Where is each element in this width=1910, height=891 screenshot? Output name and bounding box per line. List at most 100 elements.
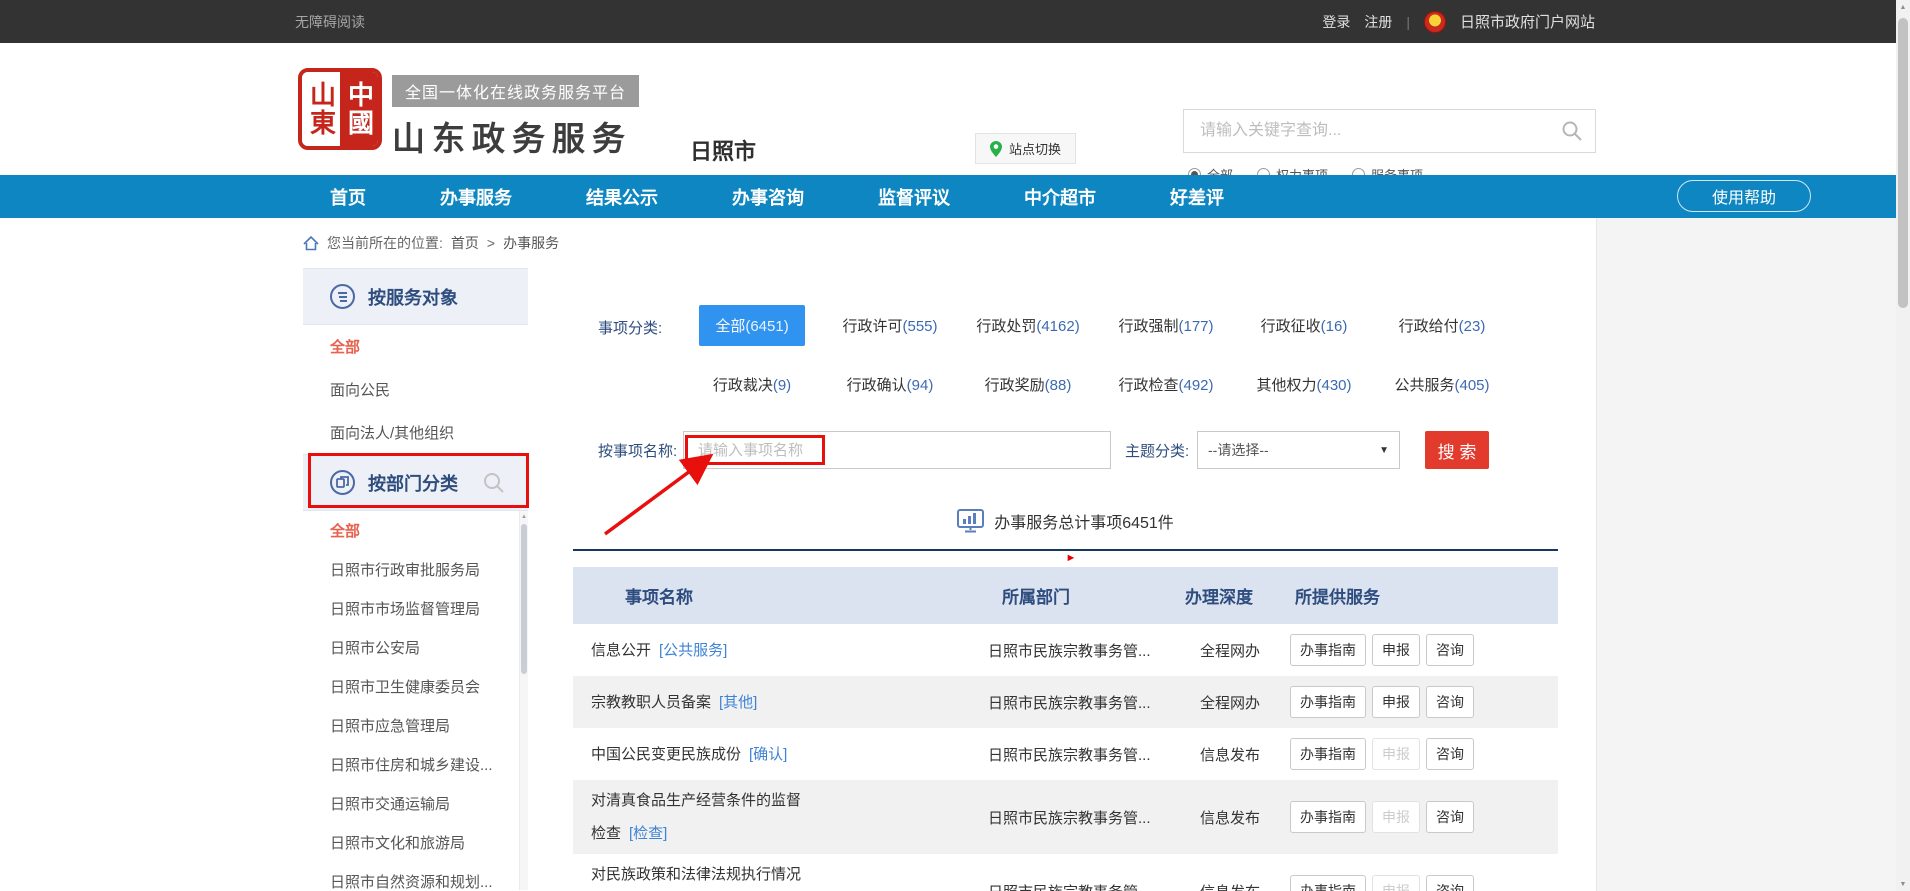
sidebar-scroll-thumb[interactable]: [521, 524, 527, 674]
item-name-link[interactable]: 信息公开: [591, 642, 651, 659]
apply-button-disabled: 申报: [1372, 875, 1420, 891]
sidebar-header-department: 按部门分类: [303, 454, 528, 511]
item-tag-link[interactable]: [确认]: [749, 746, 787, 763]
category-coercion[interactable]: 行政强制(177): [1114, 305, 1217, 346]
table-header: 事项名称 所属部门 办理深度 所提供服务: [573, 567, 1558, 624]
dept-item-health-commission[interactable]: 日照市卫生健康委员会: [303, 667, 528, 706]
item-name-link[interactable]: 对清真食品生产经营条件的监督检查: [591, 792, 801, 842]
apply-button[interactable]: 申报: [1372, 634, 1420, 666]
item-name-input[interactable]: [683, 431, 1111, 469]
category-adjudication[interactable]: 行政裁决(9): [709, 364, 795, 405]
nav-item-results[interactable]: 结果公示: [586, 184, 658, 210]
guide-button[interactable]: 办事指南: [1290, 801, 1366, 833]
consult-button[interactable]: 咨询: [1426, 686, 1474, 718]
monitor-chart-icon: [957, 509, 984, 533]
department-search-icon[interactable]: [482, 471, 506, 495]
consult-button[interactable]: 咨询: [1426, 801, 1474, 833]
col-item-name: 事项名称: [573, 583, 970, 608]
department-title: 按部门分类: [368, 470, 458, 496]
nav-item-home[interactable]: 首页: [330, 184, 366, 210]
category-levy[interactable]: 行政征收(16): [1257, 305, 1352, 346]
scroll-up-icon[interactable]: ▲: [1896, 0, 1910, 14]
nav-items: 首页 办事服务 结果公示 办事咨询 监督评议 中介超市 好差评: [330, 184, 1224, 210]
category-other-power[interactable]: 其他权力(430): [1252, 364, 1355, 405]
category-filter: 事项分类: 全部(6451) 行政许可(555) 行政处罚(4162) 行政强制…: [573, 305, 1558, 405]
portal-site-link[interactable]: 日照市政府门户网站: [1460, 11, 1595, 32]
scroll-thumb[interactable]: [1898, 18, 1908, 308]
item-tag-link[interactable]: [检查]: [629, 825, 667, 842]
item-name-link[interactable]: 对民族政策和法律法规执行情况的监督检查: [591, 866, 801, 891]
col-department: 所属部门: [970, 583, 1180, 608]
nav-item-supervision[interactable]: 监督评议: [878, 184, 950, 210]
sidebar-item-legal-person[interactable]: 面向法人/其他组织: [303, 411, 528, 454]
dept-item-all[interactable]: 全部: [303, 511, 528, 550]
item-tag-link[interactable]: [公共服务]: [659, 642, 727, 659]
topic-select[interactable]: --请选择-- ▼: [1197, 431, 1400, 469]
item-name-link[interactable]: 中国公民变更民族成份: [591, 746, 741, 763]
sidebar-scrollbar[interactable]: ▲: [519, 511, 528, 890]
dept-item-market-regulation[interactable]: 日照市市场监督管理局: [303, 589, 528, 628]
breadcrumb-current[interactable]: 办事服务: [503, 233, 559, 253]
consult-button[interactable]: 咨询: [1426, 634, 1474, 666]
category-confirmation[interactable]: 行政确认(94): [843, 364, 938, 405]
item-department: 日照市民族宗教事务管...: [970, 640, 1180, 661]
sidebar-item-citizen[interactable]: 面向公民: [303, 368, 528, 411]
help-button[interactable]: 使用帮助: [1677, 180, 1811, 212]
category-penalty[interactable]: 行政处罚(4162): [972, 305, 1083, 346]
dept-item-housing-construction[interactable]: 日照市住房和城乡建设...: [303, 745, 528, 784]
dept-item-culture-tourism[interactable]: 日照市文化和旅游局: [303, 823, 528, 862]
stats-row: 办事服务总计事项6451件: [573, 509, 1558, 533]
consult-button[interactable]: 咨询: [1426, 738, 1474, 770]
item-department: 日照市民族宗教事务管...: [970, 807, 1180, 828]
category-reward[interactable]: 行政奖励(88): [981, 364, 1076, 405]
national-emblem-icon: [1424, 11, 1446, 33]
page-scrollbar[interactable]: ▲ ▼: [1896, 0, 1910, 891]
guide-button[interactable]: 办事指南: [1290, 738, 1366, 770]
dept-item-natural-resources[interactable]: 日照市自然资源和规划...: [303, 862, 528, 890]
nav-item-agency-market[interactable]: 中介超市: [1024, 184, 1096, 210]
category-payment[interactable]: 行政给付(23): [1395, 305, 1490, 346]
platform-badge: 全国一体化在线政务服务平台: [392, 75, 639, 107]
category-filter-label: 事项分类:: [598, 305, 683, 338]
nav-item-rating[interactable]: 好差评: [1170, 184, 1224, 210]
register-link[interactable]: 注册: [1364, 12, 1392, 32]
category-public-service[interactable]: 公共服务(405): [1390, 364, 1493, 405]
item-department: 日照市民族宗教事务管...: [970, 881, 1180, 891]
dept-item-approval-bureau[interactable]: 日照市行政审批服务局: [303, 550, 528, 589]
chevron-down-icon: ▼: [1379, 445, 1389, 456]
shandong-seal-logo: 山東 中國: [298, 68, 382, 150]
brand-title: 山东政务服务: [392, 112, 639, 160]
category-license[interactable]: 行政许可(555): [838, 305, 941, 346]
category-inspection[interactable]: 行政检查(492): [1114, 364, 1217, 405]
sidebar-item-target-all[interactable]: 全部: [303, 325, 528, 368]
sidebar: 按服务对象 全部 面向公民 面向法人/其他组织 按部门分类 全部 日照市行政审批…: [303, 268, 528, 890]
guide-button[interactable]: 办事指南: [1290, 634, 1366, 666]
top-utility-bar: 无障碍阅读 登录 注册 | 日照市政府门户网站: [0, 0, 1910, 43]
consult-button[interactable]: 咨询: [1426, 875, 1474, 891]
breadcrumb-home-link[interactable]: 首页: [451, 233, 479, 253]
login-link[interactable]: 登录: [1322, 12, 1350, 32]
search-submit-button[interactable]: [1549, 110, 1595, 152]
dept-item-transport[interactable]: 日照市交通运输局: [303, 784, 528, 823]
item-search-row: 按事项名称: 主题分类: --请选择-- ▼ 搜 索: [573, 431, 1558, 469]
item-depth: 全程网办: [1180, 692, 1285, 713]
topic-select-value: --请选择--: [1208, 440, 1269, 460]
dept-item-public-security[interactable]: 日照市公安局: [303, 628, 528, 667]
dept-item-emergency-mgmt[interactable]: 日照市应急管理局: [303, 706, 528, 745]
guide-button[interactable]: 办事指南: [1290, 875, 1366, 891]
item-search-button[interactable]: 搜 索: [1425, 431, 1489, 469]
magnifier-icon: [1561, 120, 1583, 142]
nav-item-services[interactable]: 办事服务: [440, 184, 512, 210]
nav-item-consult[interactable]: 办事咨询: [732, 184, 804, 210]
item-tag-link[interactable]: [其他]: [719, 694, 757, 711]
site-switch-button[interactable]: 站点切换: [975, 133, 1076, 164]
keyword-search-input[interactable]: [1184, 110, 1549, 152]
guide-button[interactable]: 办事指南: [1290, 686, 1366, 718]
department-list: 全部 日照市行政审批服务局 日照市市场监督管理局 日照市公安局 日照市卫生健康委…: [303, 511, 528, 890]
item-name-link[interactable]: 宗教教职人员备案: [591, 694, 711, 711]
sidebar-scroll-up-icon[interactable]: ▲: [520, 511, 528, 523]
accessibility-link[interactable]: 无障碍阅读: [295, 12, 365, 32]
scroll-down-icon[interactable]: ▼: [1896, 877, 1910, 891]
apply-button[interactable]: 申报: [1372, 686, 1420, 718]
category-all[interactable]: 全部(6451): [699, 305, 804, 346]
